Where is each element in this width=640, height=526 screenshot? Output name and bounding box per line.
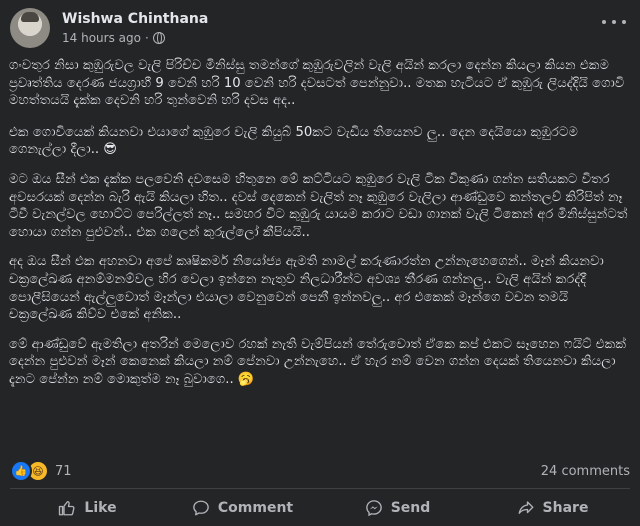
thumbs-up-icon (59, 500, 75, 516)
comments-count[interactable]: 24 comments (541, 464, 630, 479)
author-avatar[interactable] (10, 8, 50, 48)
comment-icon (193, 500, 209, 516)
post-header: Wishwa Chinthana 14 hours ago · (10, 8, 208, 48)
comment-label: Comment (217, 500, 294, 516)
post-paragraph: එක ගොවියෙක් කියනවා එයාගේ කුඹුරෙ වැලි කිය… (9, 124, 578, 158)
post-card: Wishwa Chinthana 14 hours ago · ගංවතුර න… (0, 0, 640, 526)
post-paragraph: අද ඔය සීන් එක අහනවා අපේ කෘෂිකර්ම නියෝජ්‍… (9, 254, 604, 323)
share-button[interactable]: Share (475, 490, 630, 526)
meta-separator: · (144, 31, 149, 45)
reaction-count[interactable]: 71 (55, 464, 72, 479)
send-button[interactable]: Send (320, 490, 475, 526)
messenger-icon (365, 500, 382, 517)
globe-icon (152, 32, 165, 44)
like-label: Like (84, 500, 117, 516)
action-bar: Like Comment Send Share (10, 490, 630, 526)
post-timestamp[interactable]: 14 hours ago (62, 30, 141, 46)
post-paragraph: මේ ආණ්ඩුවේ ඇමතිලා අතරින් මෙලොව රහක් නැති… (9, 336, 627, 387)
post-body: ගංවතුර නිසා කුඹුරුවල වැලි පිරිච්ච මිනිස්… (9, 57, 629, 401)
like-button[interactable]: Like (10, 490, 165, 526)
like-icon[interactable]: 👍 (10, 460, 32, 482)
comment-button[interactable]: Comment (165, 490, 320, 526)
author-name[interactable]: Wishwa Chinthana (62, 10, 208, 28)
post-time-row: 14 hours ago · (62, 30, 208, 46)
send-label: Send (390, 500, 431, 516)
divider (10, 488, 630, 489)
post-meta: Wishwa Chinthana 14 hours ago · (62, 10, 208, 46)
post-stats: 👍 😆 71 24 comments (10, 460, 630, 482)
share-icon (518, 501, 533, 514)
more-options-icon[interactable] (602, 14, 626, 30)
post-paragraph: ගංවතුර නිසා කුඹුරුවල වැලි පිරිච්ච මිනිස්… (9, 58, 625, 109)
post-paragraph: මට ඔය සීන් එක දැක්ක පලවෙනි දවසෙම හිතුනෙ … (9, 171, 628, 240)
share-label: Share (542, 500, 589, 516)
